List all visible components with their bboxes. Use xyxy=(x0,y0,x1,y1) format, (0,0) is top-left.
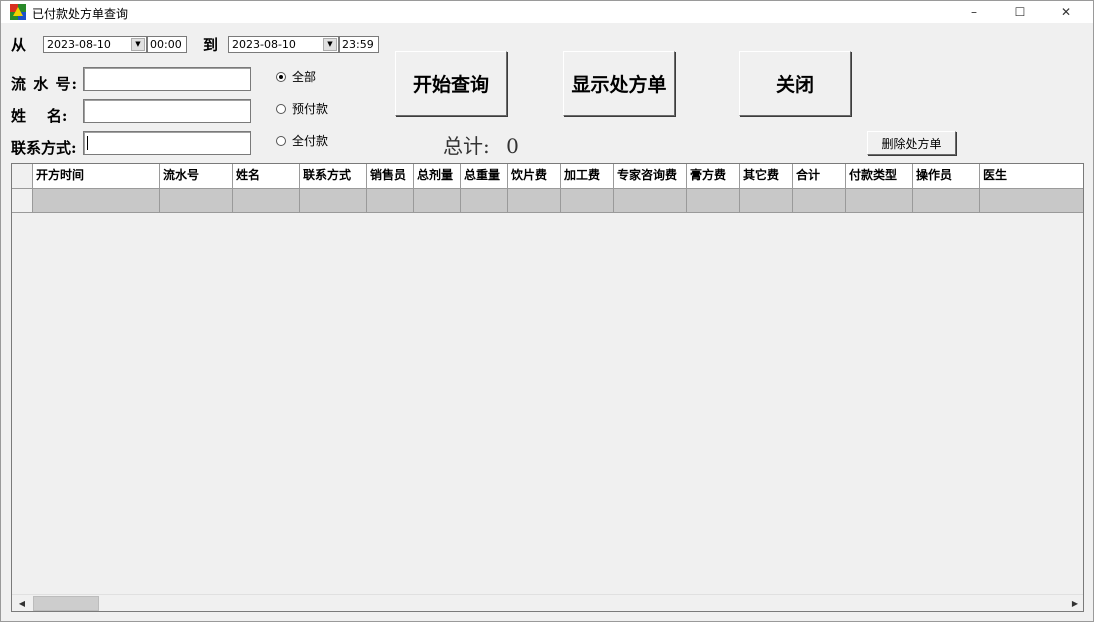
column-header[interactable]: 销售员 xyxy=(367,164,414,189)
table-cell[interactable] xyxy=(367,189,414,213)
text-caret xyxy=(87,136,88,150)
table-cell[interactable] xyxy=(980,189,1083,213)
from-date-dropdown-icon[interactable]: ▼ xyxy=(131,38,145,51)
from-time-field[interactable]: 00:00 xyxy=(147,36,187,53)
radio-full-payment[interactable]: 全付款 xyxy=(276,132,328,149)
radio-all-label: 全部 xyxy=(292,70,317,84)
from-date-value: 2023-08-10 xyxy=(47,38,111,51)
radio-selected-icon xyxy=(276,71,286,82)
from-label: 从 xyxy=(11,36,27,54)
radio-prepaid-label: 预付款 xyxy=(292,102,329,116)
column-header[interactable]: 付款类型 xyxy=(846,164,913,189)
radio-prepaid[interactable]: 预付款 xyxy=(276,100,328,117)
to-time-field[interactable]: 23:59 xyxy=(339,36,379,53)
table-row[interactable] xyxy=(12,189,1083,213)
start-query-button[interactable]: 开始查询 xyxy=(395,51,507,116)
scroll-right-icon[interactable]: ▶ xyxy=(1068,597,1082,610)
to-date-dropdown-icon[interactable]: ▼ xyxy=(323,38,337,51)
radio-all[interactable]: 全部 xyxy=(276,68,316,85)
table-cell[interactable] xyxy=(414,189,461,213)
to-label: 到 xyxy=(203,36,219,54)
total-label: 总计: xyxy=(443,134,490,158)
table-cell[interactable] xyxy=(561,189,614,213)
table-cell[interactable] xyxy=(614,189,687,213)
close-window-button[interactable]: ✕ xyxy=(1043,1,1089,23)
close-button[interactable]: 关闭 xyxy=(739,51,851,116)
results-grid[interactable]: 开方时间 流水号 姓名 联系方式 销售员 总剂量 总重量 饮片费 加工费 专家咨… xyxy=(11,163,1084,612)
column-header[interactable]: 联系方式 xyxy=(300,164,367,189)
table-cell[interactable] xyxy=(793,189,846,213)
name-label: 姓 名: xyxy=(11,107,68,125)
table-cell[interactable] xyxy=(461,189,508,213)
table-cell[interactable] xyxy=(508,189,561,213)
grid-corner xyxy=(12,164,33,189)
total-display: 总计: 0 xyxy=(443,130,519,159)
column-header[interactable]: 其它费 xyxy=(740,164,793,189)
column-header[interactable]: 合计 xyxy=(793,164,846,189)
scroll-thumb[interactable] xyxy=(33,596,99,611)
contact-label: 联系方式: xyxy=(11,139,77,157)
total-value: 0 xyxy=(506,134,519,158)
row-selector[interactable] xyxy=(12,189,33,213)
column-header[interactable]: 总剂量 xyxy=(414,164,461,189)
maximize-button[interactable]: ☐ xyxy=(997,1,1043,23)
name-input[interactable] xyxy=(83,99,251,123)
app-icon xyxy=(10,4,26,20)
table-cell[interactable] xyxy=(33,189,160,213)
table-cell[interactable] xyxy=(913,189,980,213)
column-header[interactable]: 开方时间 xyxy=(33,164,160,189)
column-header[interactable]: 总重量 xyxy=(461,164,508,189)
column-header[interactable]: 专家咨询费 xyxy=(614,164,687,189)
title-bar: 已付款处方单查询 – ☐ ✕ xyxy=(1,1,1093,23)
to-date-picker[interactable]: 2023-08-10 ▼ xyxy=(228,36,339,53)
table-cell[interactable] xyxy=(846,189,913,213)
column-header[interactable]: 流水号 xyxy=(160,164,233,189)
from-date-picker[interactable]: 2023-08-10 ▼ xyxy=(43,36,147,53)
horizontal-scrollbar[interactable]: ◀ ▶ xyxy=(12,594,1083,611)
table-cell[interactable] xyxy=(160,189,233,213)
delete-prescription-button[interactable]: 删除处方单 xyxy=(867,131,956,155)
table-cell[interactable] xyxy=(300,189,367,213)
window: 已付款处方单查询 – ☐ ✕ 从 2023-08-10 ▼ 00:00 到 20… xyxy=(0,0,1094,622)
table-cell[interactable] xyxy=(740,189,793,213)
table-cell[interactable] xyxy=(233,189,300,213)
window-title: 已付款处方单查询 xyxy=(32,7,129,21)
grid-header: 开方时间 流水号 姓名 联系方式 销售员 总剂量 总重量 饮片费 加工费 专家咨… xyxy=(12,164,1083,189)
table-cell[interactable] xyxy=(687,189,740,213)
column-header[interactable]: 医生 xyxy=(980,164,1083,189)
scroll-left-icon[interactable]: ◀ xyxy=(15,597,29,610)
column-header[interactable]: 膏方费 xyxy=(687,164,740,189)
column-header[interactable]: 加工费 xyxy=(561,164,614,189)
radio-unselected-icon xyxy=(276,103,286,114)
column-header[interactable]: 姓名 xyxy=(233,164,300,189)
minimize-button[interactable]: – xyxy=(951,1,997,23)
to-date-value: 2023-08-10 xyxy=(232,38,296,51)
column-header[interactable]: 饮片费 xyxy=(508,164,561,189)
serial-number-input[interactable] xyxy=(83,67,251,91)
column-header[interactable]: 操作员 xyxy=(913,164,980,189)
serial-number-label: 流 水 号: xyxy=(11,75,78,93)
show-prescription-button[interactable]: 显示处方单 xyxy=(563,51,675,116)
contact-input[interactable] xyxy=(83,131,251,155)
radio-unselected-icon xyxy=(276,135,286,146)
radio-full-label: 全付款 xyxy=(292,134,329,148)
